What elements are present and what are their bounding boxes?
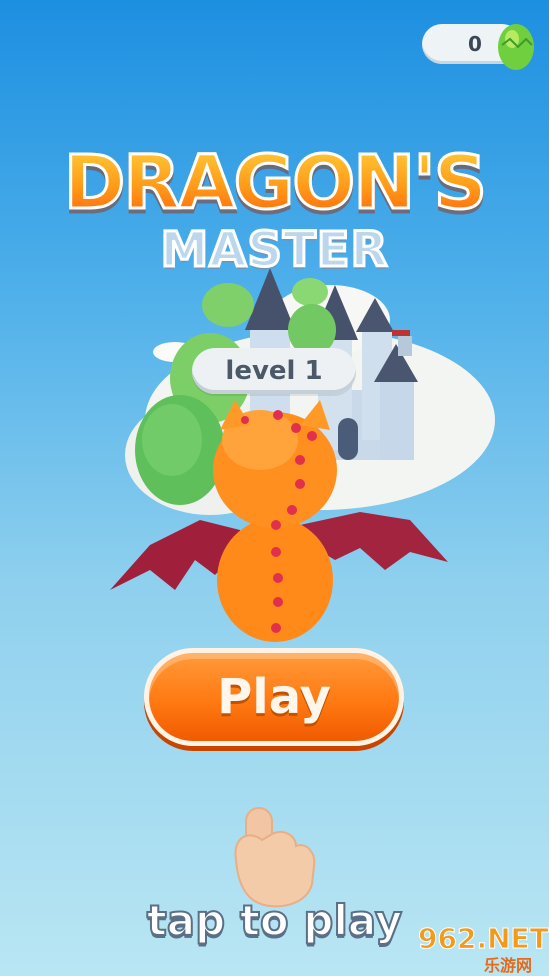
watermark-top-text: 962.NET (418, 922, 549, 956)
pointing-hand-icon (234, 807, 316, 908)
watermark-bottom-text: 乐游网 (484, 956, 533, 975)
game-title-line2: MASTER (159, 221, 389, 280)
level-indicator: level 1 (192, 348, 356, 394)
game-title-line1: DRAGON'S (0, 139, 549, 228)
play-button[interactable]: Play (144, 648, 404, 746)
watermark-logo: 962.NET 乐游网 (410, 922, 549, 976)
egg-count: 0 (468, 32, 482, 56)
green-egg-icon (498, 24, 534, 70)
